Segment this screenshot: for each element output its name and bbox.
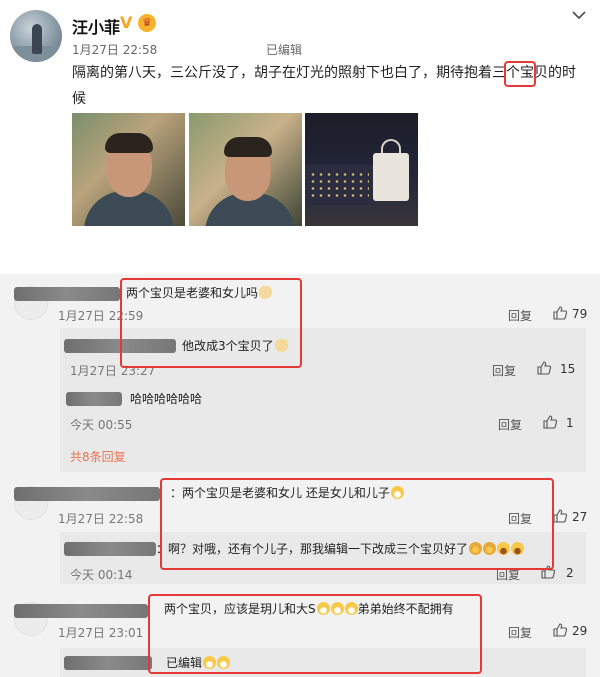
- post-time: 1月27日 22:58: [72, 43, 158, 57]
- reply-time: 今天 00:14: [70, 568, 133, 582]
- blurred-username[interactable]: [14, 604, 148, 618]
- blurred-username[interactable]: [64, 656, 152, 670]
- thumbs-up-icon[interactable]: [542, 414, 558, 430]
- like-count: 27: [572, 510, 588, 524]
- user-name[interactable]: 汪小菲: [72, 14, 120, 38]
- reply-button[interactable]: 回复: [492, 362, 516, 379]
- like-count: 1: [566, 416, 574, 430]
- selfie-photo-1[interactable]: [72, 113, 185, 226]
- blurred-username[interactable]: [66, 392, 122, 406]
- avatar-figure: [32, 24, 42, 54]
- reply-button[interactable]: 回复: [508, 307, 532, 324]
- reply-button[interactable]: 回复: [498, 416, 522, 433]
- like-count: 29: [572, 624, 588, 638]
- thumbs-up-icon[interactable]: [552, 622, 568, 638]
- blurred-username[interactable]: [14, 487, 160, 501]
- comments-section: 两个宝贝是老婆和女儿吗 1月27日 22:59 回复 79 他改成3个宝贝了 1…: [0, 274, 600, 677]
- highlight-box: [120, 278, 302, 368]
- user-avatar[interactable]: [10, 10, 62, 62]
- night-city-bag-photo[interactable]: [305, 113, 418, 226]
- like-count: 2: [566, 566, 574, 580]
- verified-badge-icon: V: [120, 13, 133, 32]
- photo-hair: [105, 133, 153, 153]
- like-count: 15: [560, 362, 576, 376]
- photo-bag: [373, 153, 409, 201]
- reply-time: 今天 00:55: [70, 418, 133, 432]
- highlight-box-three: [504, 61, 536, 87]
- blurred-username[interactable]: [14, 287, 120, 301]
- thumbs-up-icon[interactable]: [552, 305, 568, 321]
- comment-time: 1月27日 23:01: [58, 626, 144, 640]
- like-count: 79: [572, 307, 588, 321]
- reply-button[interactable]: 回复: [508, 624, 532, 641]
- more-replies-link[interactable]: 共8条回复: [70, 448, 126, 465]
- highlight-box: [148, 594, 482, 674]
- chevron-down-icon[interactable]: [570, 6, 588, 24]
- crown-badge-icon: ♛: [138, 14, 156, 32]
- edited-label[interactable]: 已编辑: [266, 41, 302, 58]
- photo-hair: [224, 137, 272, 157]
- selfie-photo-2[interactable]: [189, 113, 302, 226]
- comment-time: 1月27日 22:58: [58, 512, 144, 526]
- thumbs-up-icon[interactable]: [536, 360, 552, 376]
- thumbs-up-icon[interactable]: [552, 508, 568, 524]
- highlight-box: [160, 478, 554, 570]
- weibo-post: 汪小菲 V ♛ 1月27日 22:58 已编辑 隔离的第八天，三公斤没了，胡子在…: [0, 0, 600, 274]
- photo-city-lights: [309, 171, 369, 201]
- blurred-username[interactable]: [64, 542, 156, 556]
- reply-text: 哈哈哈哈哈哈: [130, 392, 203, 406]
